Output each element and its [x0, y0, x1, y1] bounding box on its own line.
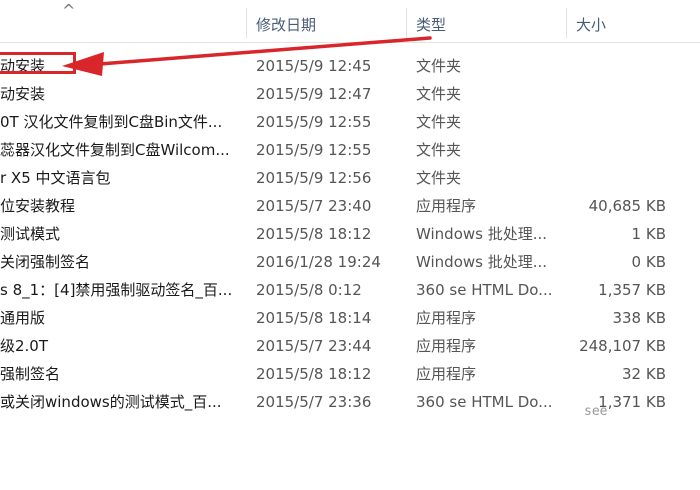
file-type: 应用程序 [416, 365, 477, 383]
column-header-bar: ^ 修改日期 类型 大小 [0, 0, 700, 43]
file-name: 或关闭windows的测试模式_百... [0, 393, 222, 411]
file-date: 2015/5/9 12:45 [256, 57, 372, 75]
column-separator[interactable] [246, 8, 247, 38]
file-type: Windows 批处理... [416, 253, 548, 271]
file-row[interactable]: 位安装教程 2015/5/7 23:40 应用程序 40,685 KB [0, 192, 700, 220]
column-header-date-modified[interactable]: 修改日期 [256, 16, 316, 34]
file-type: 应用程序 [416, 197, 477, 215]
file-type: 应用程序 [416, 337, 477, 355]
file-size: 248,107 KB [579, 337, 666, 355]
watermark-text: see [584, 404, 608, 419]
file-size: 1,357 KB [598, 281, 666, 299]
file-date: 2015/5/7 23:36 [256, 393, 372, 411]
file-row[interactable]: 蕊器汉化文件复制到C盘Wilcom... 2015/5/9 12:55 文件夹 [0, 136, 700, 164]
file-row[interactable]: 动安装 2015/5/9 12:45 文件夹 [0, 52, 700, 80]
file-name: 级2.0T [0, 337, 49, 355]
file-date: 2015/5/8 18:14 [256, 309, 372, 327]
file-name: 蕊器汉化文件复制到C盘Wilcom... [0, 141, 230, 159]
file-type: 文件夹 [416, 113, 462, 131]
file-name: 位安装教程 [0, 197, 76, 215]
file-size: 1 KB [631, 225, 666, 243]
file-type: 文件夹 [416, 141, 462, 159]
file-name: 测试模式 [0, 225, 61, 243]
file-name: 关闭强制签名 [0, 253, 91, 271]
file-date: 2015/5/9 12:55 [256, 141, 372, 159]
file-row[interactable]: 0T 汉化文件复制到C盘Bin文件... 2015/5/9 12:55 文件夹 [0, 108, 700, 136]
file-date: 2015/5/8 18:12 [256, 225, 372, 243]
column-separator[interactable] [566, 8, 567, 38]
file-name: 强制签名 [0, 365, 61, 383]
file-type: 应用程序 [416, 309, 477, 327]
file-row[interactable]: s 8_1：[4]禁用强制驱动签名_百... 2015/5/8 0:12 360… [0, 276, 700, 304]
file-type: 360 se HTML Do... [416, 393, 553, 411]
file-row[interactable]: 级2.0T 2015/5/7 23:44 应用程序 248,107 KB [0, 332, 700, 360]
file-date: 2016/1/28 19:24 [256, 253, 381, 271]
file-row[interactable]: 测试模式 2015/5/8 18:12 Windows 批处理... 1 KB [0, 220, 700, 248]
file-size: 338 KB [612, 309, 666, 327]
file-row[interactable]: r X5 中文语言包 2015/5/9 12:56 文件夹 [0, 164, 700, 192]
file-row[interactable]: 动安装 2015/5/9 12:47 文件夹 [0, 80, 700, 108]
red-highlight-box [0, 52, 76, 74]
file-date: 2015/5/9 12:55 [256, 113, 372, 131]
file-type: 文件夹 [416, 169, 462, 187]
file-type: 360 se HTML Do... [416, 281, 553, 299]
file-name: 通用版 [0, 309, 46, 327]
file-row[interactable]: 强制签名 2015/5/8 18:12 应用程序 32 KB [0, 360, 700, 388]
file-row[interactable]: 关闭强制签名 2016/1/28 19:24 Windows 批处理... 0 … [0, 248, 700, 276]
file-size: 32 KB [622, 365, 666, 383]
file-date: 2015/5/7 23:40 [256, 197, 372, 215]
sort-ascending-icon[interactable]: ^ [62, 2, 75, 20]
file-name: 动安装 [0, 85, 46, 103]
column-header-type[interactable]: 类型 [416, 16, 446, 34]
file-date: 2015/5/8 0:12 [256, 281, 362, 299]
file-row[interactable]: 通用版 2015/5/8 18:14 应用程序 338 KB [0, 304, 700, 332]
file-type: 文件夹 [416, 57, 462, 75]
file-type: 文件夹 [416, 85, 462, 103]
file-date: 2015/5/7 23:44 [256, 337, 372, 355]
file-name: s 8_1：[4]禁用强制驱动签名_百... [0, 281, 233, 299]
file-name: 0T 汉化文件复制到C盘Bin文件... [0, 113, 223, 131]
file-type: Windows 批处理... [416, 225, 548, 243]
file-date: 2015/5/9 12:56 [256, 169, 372, 187]
file-date: 2015/5/8 18:12 [256, 365, 372, 383]
column-header-size[interactable]: 大小 [576, 16, 606, 34]
file-date: 2015/5/9 12:47 [256, 85, 372, 103]
file-size: 40,685 KB [588, 197, 666, 215]
file-list: 动安装 2015/5/9 12:45 文件夹 动安装 2015/5/9 12:4… [0, 52, 700, 416]
column-separator[interactable] [406, 8, 407, 38]
file-name: r X5 中文语言包 [0, 169, 111, 187]
file-size: 0 KB [631, 253, 666, 271]
file-size: 1,371 KB [598, 393, 666, 411]
